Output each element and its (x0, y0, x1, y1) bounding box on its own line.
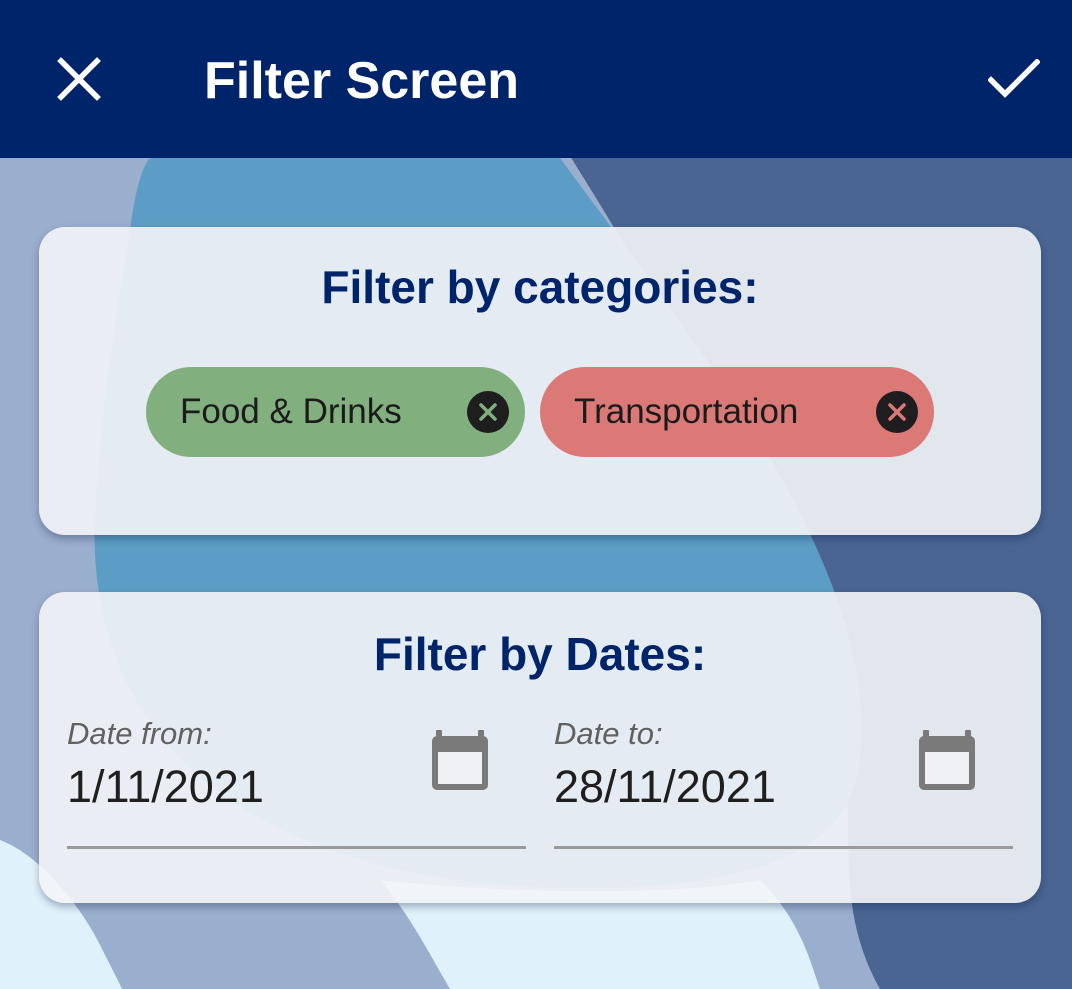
confirm-button[interactable] (976, 44, 1052, 114)
date-from-field[interactable]: Date from: 1/11/2021 (67, 714, 526, 849)
close-circle-icon (479, 403, 497, 421)
date-to-underline (554, 846, 1013, 849)
date-to-value[interactable]: 28/11/2021 (554, 760, 776, 814)
chip-label: Food & Drinks (180, 392, 402, 431)
categories-title: Filter by categories: (321, 261, 759, 313)
app-bar: Filter Screen (0, 0, 1072, 158)
check-icon (988, 59, 1040, 98)
date-from-value[interactable]: 1/11/2021 (67, 760, 264, 814)
dates-card: Filter by Dates: Date from: 1/11/2021 Da… (39, 592, 1041, 903)
close-button[interactable] (44, 44, 114, 114)
close-icon (57, 57, 101, 101)
calendar-icon (919, 730, 975, 790)
dates-title: Filter by Dates: (373, 628, 707, 680)
date-from-calendar-button[interactable] (430, 728, 490, 794)
date-from-underline (67, 846, 526, 849)
close-circle-icon (888, 403, 906, 421)
page-title: Filter Screen (204, 52, 520, 110)
date-to-field[interactable]: Date to: 28/11/2021 (554, 714, 1013, 849)
date-to-label: Date to: (554, 716, 663, 751)
calendar-icon (432, 730, 488, 790)
categories-card: Filter by categories: Food & Drinks Tran… (39, 227, 1041, 535)
chip-remove-button[interactable] (876, 391, 918, 433)
category-chip-food-drinks[interactable]: Food & Drinks (146, 367, 525, 457)
date-from-label: Date from: (67, 716, 212, 751)
chip-remove-button[interactable] (467, 391, 509, 433)
category-chip-transportation[interactable]: Transportation (540, 367, 934, 457)
chip-label: Transportation (574, 392, 799, 431)
date-to-calendar-button[interactable] (917, 728, 977, 794)
